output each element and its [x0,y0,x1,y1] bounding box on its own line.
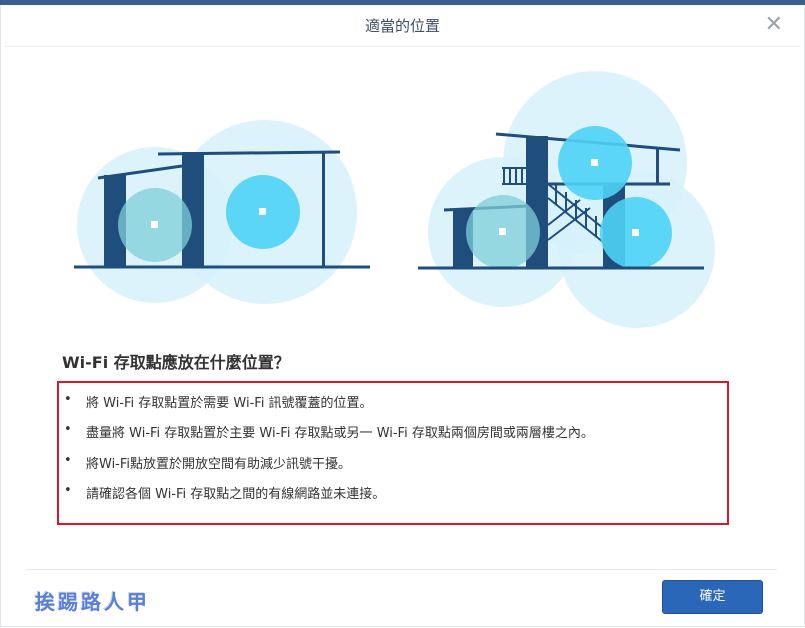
access-point-icon-left [151,221,158,228]
close-icon[interactable]: ✕ [765,11,783,39]
dialog-header: 適當的位置 ✕ [0,5,805,47]
access-point-icon-lower-left [499,228,506,235]
watermark-logo: 挨踢路人甲 [35,590,150,614]
two-floor-scene [418,71,715,328]
header-divider [4,46,801,47]
access-point-icon-upper [591,159,598,166]
placement-question: Wi-Fi 存取點應放在什麼位置？ [62,353,290,372]
access-point-icon-right [259,208,266,215]
bullet-icon: • [64,392,72,407]
tips-highlight-box: • 將 Wi-Fi 存取點置於需要 Wi-Fi 訊號覆蓋的位置。 • 盡量將 W… [57,381,729,525]
access-point-icon-lower-right [632,229,639,236]
house2-wall-upper-right [656,148,659,184]
placement-illustration [74,71,715,328]
confirm-button[interactable]: 確定 [662,580,763,614]
single-floor-scene [74,120,370,304]
tip-text: 將 Wi-Fi 存取點置於需要 Wi-Fi 訊號覆蓋的位置。 [86,396,373,411]
house-roof-right [157,150,341,156]
dialog-title: 適當的位置 [364,17,440,35]
bullet-icon: • [64,422,72,437]
tip-text: 盡量將 Wi-Fi 存取點置於主要 Wi-Fi 存取點或另一 Wi-Fi 存取點… [86,426,594,441]
tip-text: 請確認各個 Wi-Fi 存取點之間的有線網路並未連接。 [86,487,386,502]
footer-divider [26,569,777,570]
bullet-icon: • [64,453,72,468]
bullet-icon: • [64,483,72,498]
house-wall-right [322,152,325,267]
tip-text: 將Wi-Fi點放置於開放空間有助減少訊號干擾。 [86,457,352,472]
